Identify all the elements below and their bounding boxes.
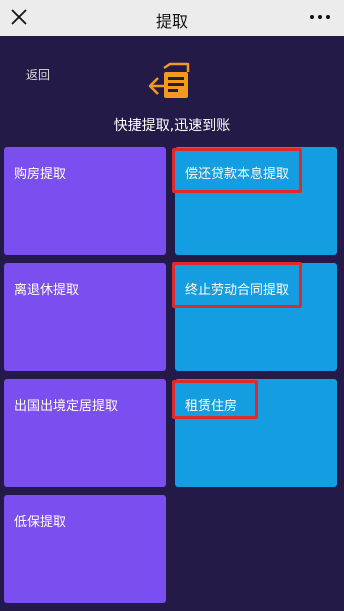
back-link[interactable]: 返回 xyxy=(26,66,50,83)
highlight-box xyxy=(172,148,302,193)
top-bar: 提取 xyxy=(0,0,344,36)
subtitle: 快捷提取,迅速到账 xyxy=(113,118,231,134)
highlight-box xyxy=(172,380,258,419)
document-return-icon xyxy=(148,60,196,104)
tile-label: 离退休提取 xyxy=(14,283,80,298)
highlight-box xyxy=(172,262,302,308)
more-icon[interactable] xyxy=(308,8,332,26)
tile-low-income[interactable]: 低保提取 xyxy=(4,495,166,603)
tile-label: 出国出境定居提取 xyxy=(14,399,119,414)
tile-emigration[interactable]: 出国出境定居提取 xyxy=(4,379,166,487)
tile-house-purchase[interactable]: 购房提取 xyxy=(4,147,166,255)
page-title: 提取 xyxy=(155,12,188,31)
tile-retirement[interactable]: 离退休提取 xyxy=(4,263,166,371)
tile-label: 购房提取 xyxy=(14,167,67,182)
tile-label: 低保提取 xyxy=(14,515,67,530)
